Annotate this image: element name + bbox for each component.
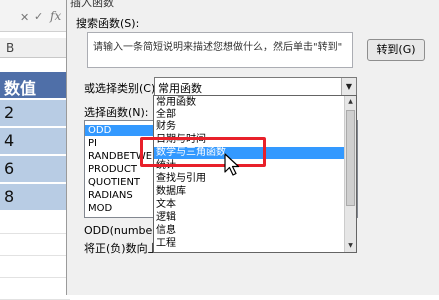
search-input[interactable]: 请输入一条简短说明来描述您想做什么，然后单击"转到" — [87, 32, 353, 68]
dropdown-item[interactable]: 查找与引用 — [156, 173, 206, 185]
goto-button[interactable]: 转到(G) — [367, 39, 425, 61]
dropdown-item[interactable]: 财务 — [156, 121, 176, 133]
function-syntax: ODD(number) — [84, 224, 162, 237]
excel-sheet: ✕ ✓ fx B 数值 2 4 6 8 — [0, 0, 70, 300]
function-item-mod[interactable]: MOD — [88, 203, 112, 214]
dropdown-item[interactable]: 常用函数 — [156, 97, 196, 109]
dropdown-item[interactable]: 数据库 — [156, 186, 186, 198]
dropdown-item[interactable]: 逻辑 — [156, 212, 176, 224]
function-item-quotient[interactable]: QUOTIENT — [88, 177, 140, 188]
fx-icon[interactable]: fx — [50, 9, 61, 23]
search-label: 搜索函数(S): — [76, 17, 140, 30]
chevron-down-icon[interactable]: ▼ — [341, 78, 356, 96]
data-cell[interactable]: 2 — [0, 100, 70, 127]
empty-cell[interactable] — [0, 234, 70, 256]
data-cell[interactable]: 8 — [0, 184, 70, 211]
column-header-b[interactable]: B — [0, 38, 70, 58]
dropdown-item[interactable]: 全部 — [156, 109, 176, 121]
mouse-cursor-icon — [224, 153, 240, 176]
formula-bar: ✕ ✓ fx — [0, 0, 70, 32]
empty-cell[interactable] — [0, 212, 70, 234]
function-description: 将正(负)数向上 — [84, 242, 159, 255]
function-item-product[interactable]: PRODUCT — [88, 164, 137, 175]
dialog-title: 插入函数 — [70, 0, 114, 9]
function-item-pi[interactable]: PI — [88, 138, 97, 149]
dropdown-scrollbar[interactable]: ▲ ▼ — [344, 96, 356, 252]
category-value: 常用函数 — [158, 82, 202, 95]
cancel-icon[interactable]: ✕ — [20, 11, 29, 24]
scrollbar-thumb[interactable] — [346, 110, 355, 206]
scroll-up-icon[interactable]: ▲ — [345, 96, 356, 108]
category-dropdown-list[interactable]: 常用函数 全部 财务 日期与时间 数学与三角函数 统计 查找与引用 数据库 文本… — [153, 95, 357, 253]
data-cell[interactable]: 6 — [0, 156, 70, 183]
dropdown-item[interactable]: 文本 — [156, 199, 176, 211]
empty-cell[interactable] — [0, 278, 70, 300]
category-select[interactable]: 常用函数 ▼ — [154, 77, 357, 97]
annotation-highlight-box — [140, 137, 266, 167]
dropdown-item[interactable]: 工程 — [156, 238, 176, 250]
header-cell[interactable]: 数值 — [0, 72, 70, 99]
category-label: 或选择类别(C): — [84, 82, 159, 95]
confirm-icon[interactable]: ✓ — [34, 10, 43, 23]
scroll-down-icon[interactable]: ▼ — [345, 240, 356, 252]
dropdown-item[interactable]: 信息 — [156, 225, 176, 237]
empty-cell[interactable] — [0, 256, 70, 278]
function-label: 选择函数(N): — [84, 106, 149, 119]
data-cell[interactable]: 4 — [0, 128, 70, 155]
function-item-radians[interactable]: RADIANS — [88, 190, 133, 201]
